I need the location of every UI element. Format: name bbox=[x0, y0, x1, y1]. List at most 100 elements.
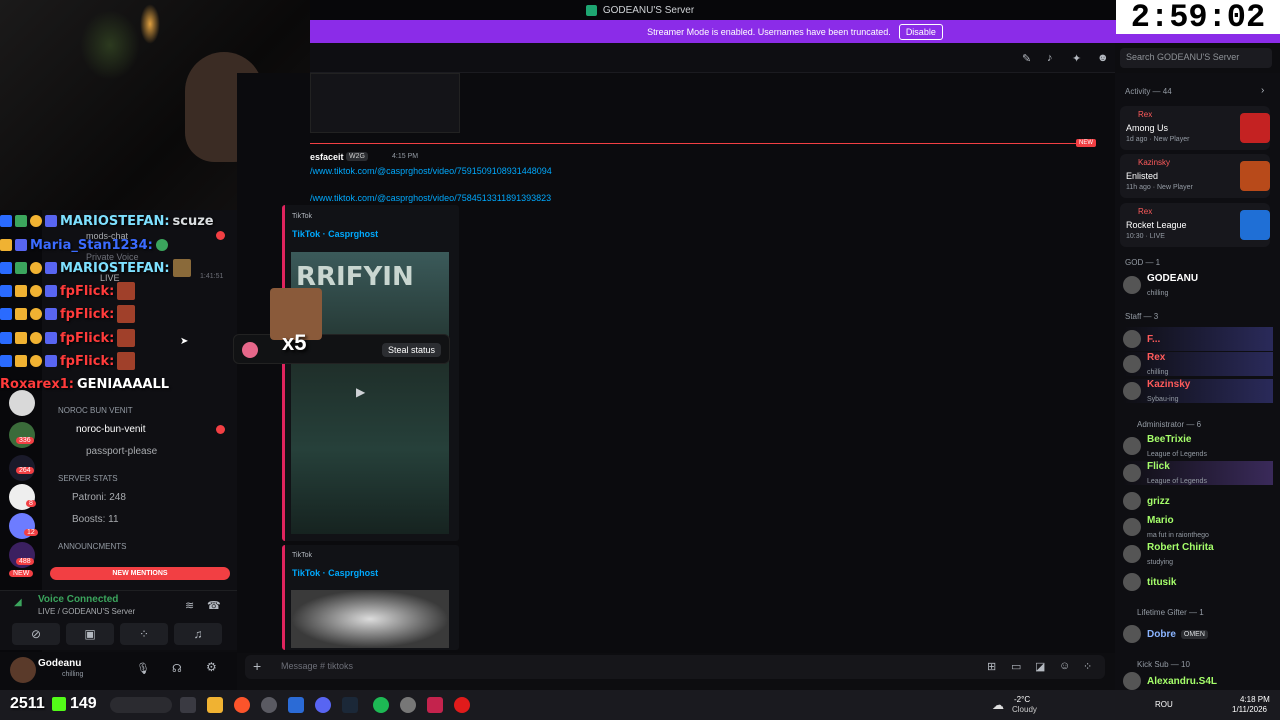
camera-button[interactable]: ⊘ bbox=[12, 623, 60, 645]
sticker-icon[interactable]: ◪ bbox=[1035, 660, 1045, 673]
obs-icon[interactable] bbox=[400, 697, 416, 713]
member-item[interactable]: Alexandru.S4L bbox=[1123, 672, 1273, 690]
language-indicator[interactable]: ROU bbox=[1155, 700, 1173, 709]
category-announcements[interactable]: ANNOUNCMENTS bbox=[58, 542, 126, 551]
attach-plus-icon[interactable]: + bbox=[253, 658, 261, 674]
threads-icon[interactable]: ✎ bbox=[1022, 52, 1034, 65]
noise-suppression-icon[interactable]: ≋ bbox=[185, 599, 194, 612]
member-item[interactable]: BeeTrixie League of Legends bbox=[1123, 434, 1273, 458]
clock-time[interactable]: 4:18 PM bbox=[1240, 695, 1270, 704]
gift-icon[interactable]: ⊞ bbox=[987, 660, 996, 673]
badge-icon bbox=[30, 262, 42, 274]
chat-user: Maria_Stan1234: bbox=[30, 237, 153, 253]
window-title: GODEANU'S Server bbox=[602, 4, 695, 16]
message-composer: + Message # tiktoks ⊞ ▭ ◪ ☺ ⁘ bbox=[245, 655, 1105, 679]
emoji-icon[interactable]: ☺ bbox=[1059, 660, 1070, 672]
member-item[interactable]: GODEANU chilling bbox=[1123, 273, 1273, 297]
emote-icon bbox=[155, 239, 168, 251]
chat-user: MARIOSTEFAN: bbox=[60, 213, 170, 229]
embed-title[interactable]: TikTok · Casprghost bbox=[292, 229, 378, 239]
channel-boosts[interactable]: Boosts: 11 bbox=[72, 514, 119, 525]
disable-streamer-button[interactable]: Disable bbox=[898, 23, 943, 40]
category-noroc[interactable]: NOROC BUN VENIT bbox=[58, 406, 133, 415]
settings-gear-icon[interactable]: ⚙ bbox=[206, 660, 217, 674]
member-item[interactable]: Dobre OMEN bbox=[1123, 622, 1273, 646]
chat-line: fpFlick: bbox=[0, 280, 136, 302]
activity-card[interactable]: Rex Among Us 1d ago · New Player bbox=[1120, 106, 1270, 150]
soundboard-button[interactable]: ♫ bbox=[174, 623, 222, 645]
activity-card[interactable]: Kazinsky Enlisted 11h ago · New Player bbox=[1120, 154, 1270, 198]
settings-icon[interactable] bbox=[261, 697, 277, 713]
file-explorer-icon[interactable] bbox=[207, 697, 223, 713]
avatar bbox=[1123, 276, 1141, 294]
member-name: BeeTrixie bbox=[1147, 433, 1192, 445]
member-item[interactable]: F... bbox=[1123, 327, 1273, 351]
activity-user: Kazinsky bbox=[1138, 158, 1171, 167]
calculator-icon[interactable] bbox=[288, 697, 304, 713]
chat-line: fpFlick: bbox=[0, 350, 136, 372]
avatar bbox=[1123, 464, 1141, 482]
apps-icon[interactable]: ⁘ bbox=[1083, 660, 1092, 673]
activity-card[interactable]: Rex Rocket League 10:30 · LIVE bbox=[1120, 203, 1270, 247]
avatar bbox=[1123, 382, 1141, 400]
channel-patroni[interactable]: Patroni: 248 bbox=[72, 492, 126, 503]
video-thumbnail[interactable] bbox=[291, 590, 449, 648]
steal-status-button[interactable]: Steal status bbox=[382, 343, 442, 357]
discord-icon[interactable] bbox=[315, 697, 331, 713]
badge-icon bbox=[0, 285, 12, 297]
badge-icon bbox=[0, 308, 12, 320]
bell-icon[interactable]: ♪ bbox=[1047, 52, 1059, 64]
tiktok-link-1[interactable]: /www.tiktok.com/@casprghost/video/759150… bbox=[310, 166, 552, 176]
taskbar-search[interactable] bbox=[110, 697, 172, 713]
member-item[interactable]: Robert Chirita studying bbox=[1123, 542, 1273, 566]
message-author[interactable]: esfaceit bbox=[310, 152, 344, 162]
steam-icon[interactable] bbox=[342, 697, 358, 713]
chevron-right-icon[interactable]: › bbox=[1261, 85, 1264, 96]
app-icon[interactable] bbox=[427, 697, 443, 713]
member-item[interactable]: titusik bbox=[1123, 570, 1273, 594]
members-icon[interactable]: ☻ bbox=[1097, 52, 1109, 64]
member-item[interactable]: grizz bbox=[1123, 489, 1273, 513]
chat-user: fpFlick: bbox=[60, 306, 115, 322]
badge-icon bbox=[15, 262, 27, 274]
server-icon-2[interactable] bbox=[9, 422, 35, 448]
voice-status[interactable]: Voice Connected bbox=[38, 594, 118, 605]
member-item[interactable]: Mario ma fut in raionthego bbox=[1123, 515, 1273, 539]
spotify-icon[interactable] bbox=[373, 697, 389, 713]
channel-passport-please[interactable]: passport-please bbox=[86, 446, 157, 457]
opera-icon[interactable] bbox=[454, 697, 470, 713]
disconnect-icon[interactable]: ☎ bbox=[207, 599, 221, 612]
username[interactable]: Godeanu bbox=[38, 658, 81, 669]
play-icon[interactable]: ▶ bbox=[356, 385, 365, 399]
pin-icon[interactable]: ✦ bbox=[1072, 52, 1084, 65]
member-name: Rex bbox=[1147, 351, 1166, 363]
member-item[interactable]: Kazinsky Sybau-ing bbox=[1123, 379, 1273, 403]
member-item[interactable]: Rex chilling bbox=[1123, 352, 1273, 376]
new-mentions-pill[interactable]: NEW MENTIONS bbox=[50, 567, 230, 580]
activities-button[interactable]: ⁘ bbox=[120, 623, 168, 645]
server-badge: 336 bbox=[16, 437, 34, 444]
tiktok-link-2[interactable]: /www.tiktok.com/@casprghost/video/758451… bbox=[310, 193, 551, 203]
badge-icon bbox=[15, 308, 27, 320]
category-server-stats[interactable]: SERVER STATS bbox=[58, 474, 118, 483]
activity-meta: 11h ago · New Player bbox=[1126, 184, 1193, 191]
microphone-icon[interactable]: 🎙︎ bbox=[136, 662, 150, 675]
avatar[interactable] bbox=[10, 657, 36, 683]
embed-provider: TikTok bbox=[292, 213, 312, 220]
channel-noroc-bun-venit[interactable]: noroc-bun-venit bbox=[76, 424, 145, 435]
task-view-icon[interactable] bbox=[180, 697, 196, 713]
message-input[interactable]: Message # tiktoks bbox=[281, 661, 353, 671]
badge-icon bbox=[45, 262, 57, 274]
badge-icon bbox=[30, 285, 42, 297]
brave-icon[interactable] bbox=[234, 697, 250, 713]
weather-temp[interactable]: -2°C bbox=[1014, 695, 1030, 704]
close-banner-icon[interactable]: ✕ bbox=[1260, 26, 1268, 37]
server-badge: 8 bbox=[26, 500, 36, 507]
member-item[interactable]: Flick League of Legends bbox=[1123, 461, 1273, 485]
embed-title[interactable]: TikTok · Casprghost bbox=[292, 568, 378, 578]
search-input[interactable]: Search GODEANU'S Server bbox=[1120, 48, 1272, 68]
gif-icon[interactable]: ▭ bbox=[1011, 660, 1021, 673]
headphones-icon[interactable]: ☊ bbox=[172, 662, 182, 675]
activity-meta: 10:30 · LIVE bbox=[1126, 233, 1165, 240]
screen-share-button[interactable]: ▣ bbox=[66, 623, 114, 645]
